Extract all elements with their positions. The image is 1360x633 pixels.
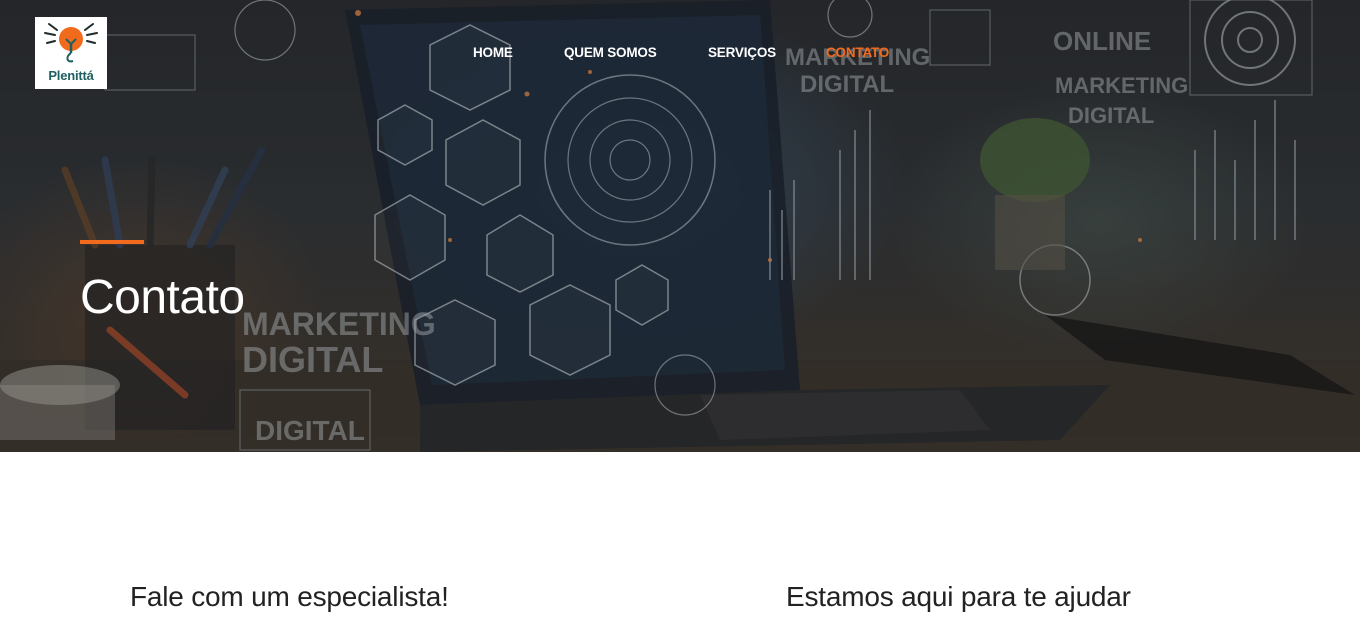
hero-overlay: [0, 0, 1360, 452]
title-accent-bar: [80, 240, 144, 244]
hero-banner: MARKETING DIGITAL ONLINE MARKETING DIGIT…: [0, 0, 1360, 452]
help-section-heading: Estamos aqui para te ajudar: [786, 581, 1131, 612]
main-navigation: HOME QUEM SOMOS SERVIÇOS CONTATO: [0, 45, 1360, 65]
nav-item-contato[interactable]: CONTATO: [826, 45, 889, 60]
contact-form-heading: Fale com um especialista!: [130, 581, 449, 612]
nav-item-servicos[interactable]: SERVIÇOS: [708, 45, 776, 60]
logo-text: Plenittá: [48, 68, 94, 83]
nav-item-quem-somos[interactable]: QUEM SOMOS: [564, 45, 657, 60]
nav-item-home[interactable]: HOME: [473, 45, 513, 60]
page-title: Contato: [80, 271, 245, 324]
